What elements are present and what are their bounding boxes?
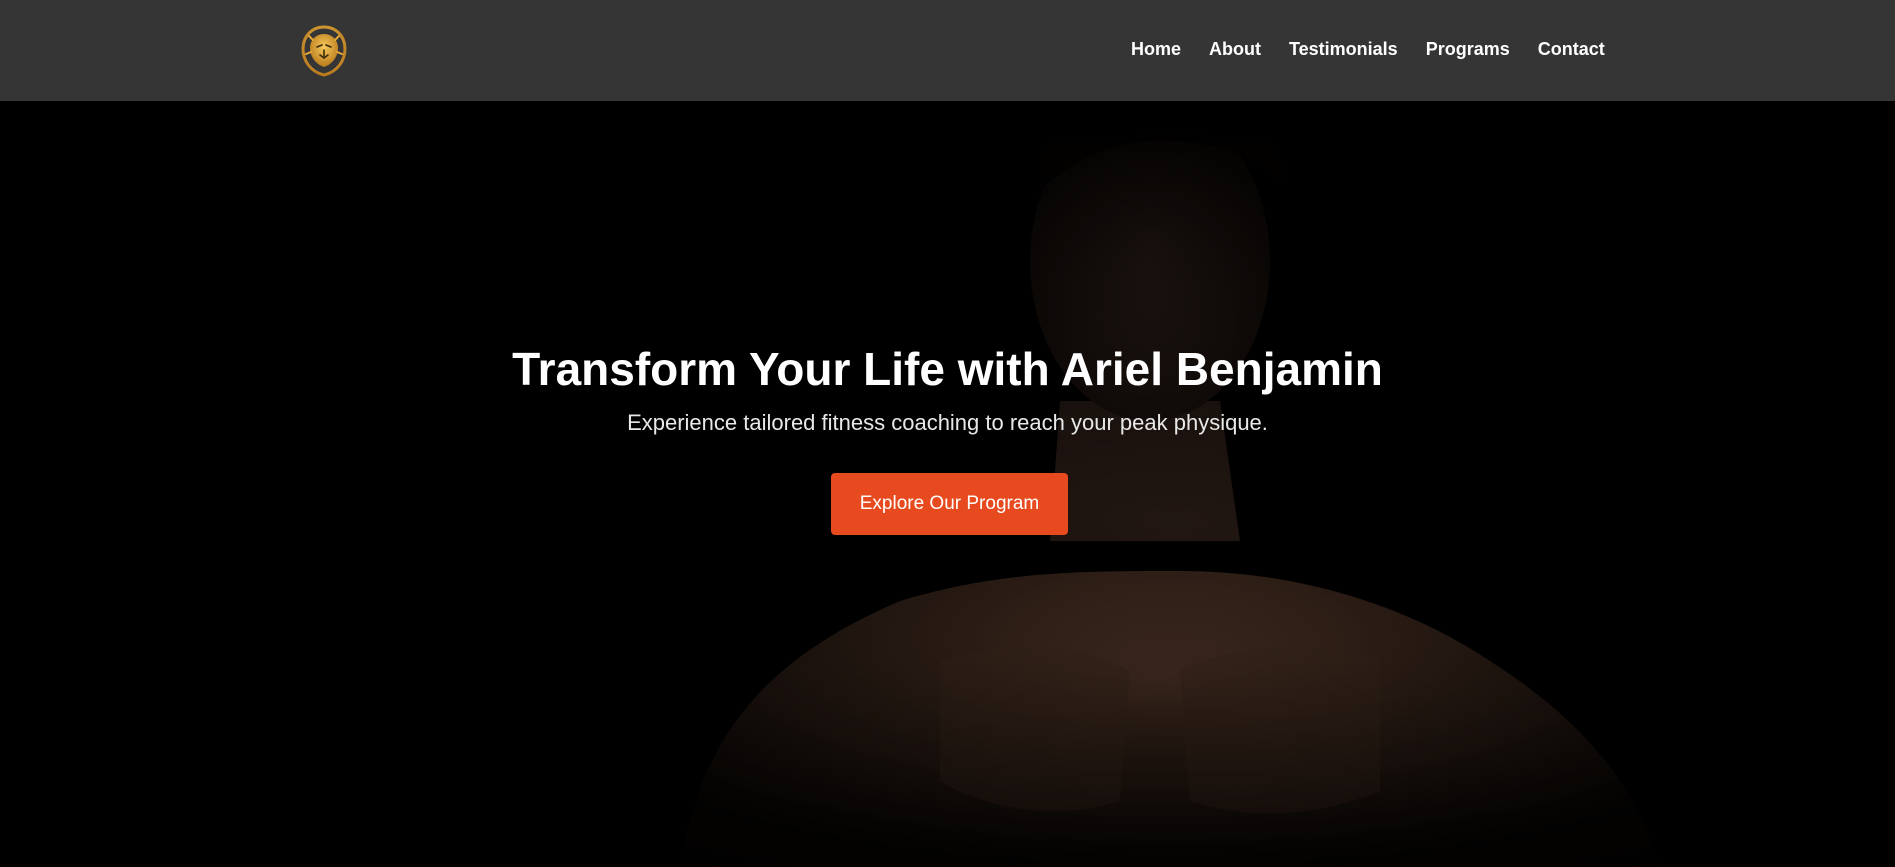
lion-logo-icon[interactable]	[300, 25, 348, 77]
hero-subheadline: Experience tailored fitness coaching to …	[627, 410, 1268, 435]
explore-program-button[interactable]: Explore Our Program	[831, 473, 1068, 535]
nav-about-link[interactable]: About	[1209, 39, 1261, 59]
site-header: Home About Testimonials Programs Contact	[0, 0, 1895, 101]
hero-headline: Transform Your Life with Ariel Benjamin	[512, 343, 1383, 395]
nav-testimonials-link[interactable]: Testimonials	[1289, 39, 1398, 59]
nav-home-link[interactable]: Home	[1131, 39, 1181, 59]
nav-contact-link[interactable]: Contact	[1538, 39, 1605, 59]
main-nav: Home About Testimonials Programs Contact	[1131, 37, 1605, 61]
nav-programs-link[interactable]: Programs	[1426, 39, 1510, 59]
hero-section: Transform Your Life with Ariel Benjamin …	[0, 101, 1895, 867]
